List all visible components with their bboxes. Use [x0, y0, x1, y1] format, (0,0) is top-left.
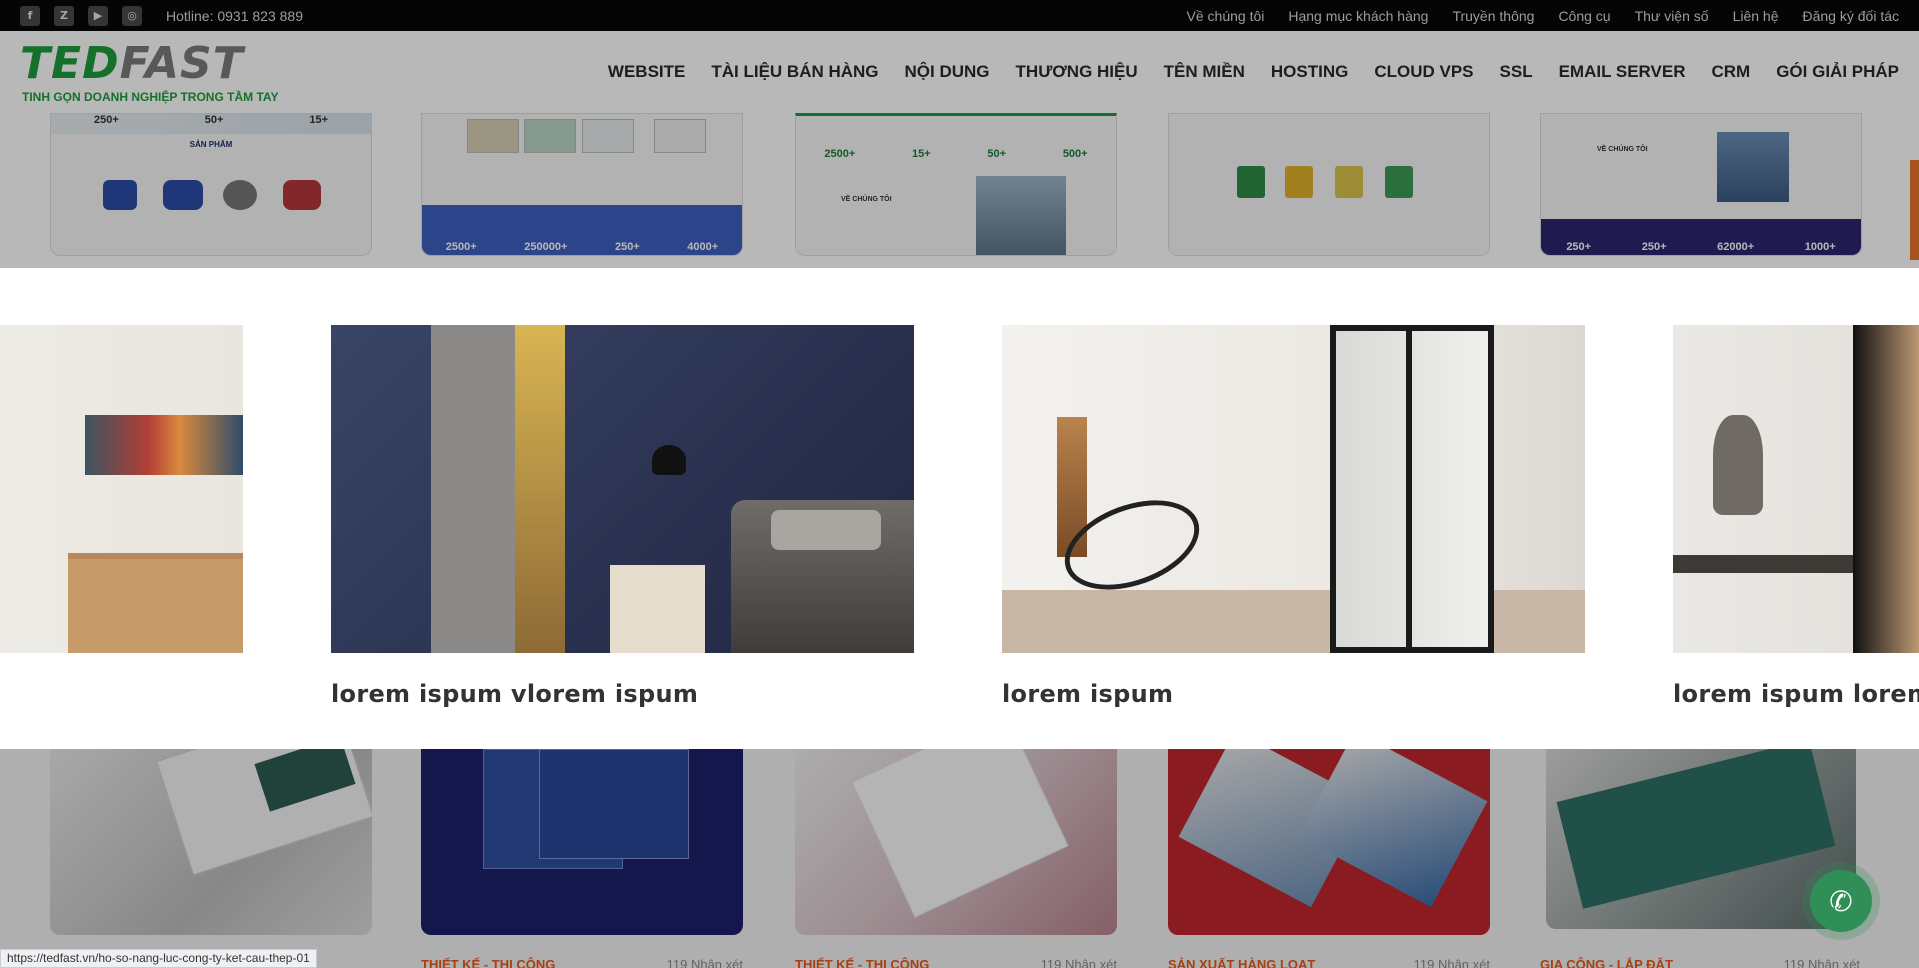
- link-media[interactable]: Truyền thông: [1452, 8, 1534, 24]
- brochure-card[interactable]: [1168, 749, 1490, 935]
- category-label[interactable]: THIẾT KẾ - THI CÔNG: [421, 957, 555, 968]
- stat: 2500+: [445, 241, 477, 253]
- nav-hosting[interactable]: HOSTING: [1271, 62, 1348, 82]
- stat: 250+: [1566, 241, 1592, 253]
- logo-slogan: TINH GỌN DOANH NGHIỆP TRONG TẦM TAY: [22, 90, 279, 104]
- category-label[interactable]: THIẾT KẾ - THI CÔNG: [795, 957, 929, 968]
- stat: 1000+: [1804, 241, 1836, 253]
- category-label[interactable]: GIA CÔNG - LẮP ĐẶT: [1540, 957, 1673, 968]
- nav-ssl[interactable]: SSL: [1500, 62, 1533, 82]
- nav-solutions[interactable]: GÓI GIẢI PHÁP: [1776, 62, 1899, 82]
- link-tools[interactable]: Công cụ: [1558, 8, 1610, 24]
- nav-domain[interactable]: TÊN MIỀN: [1164, 62, 1245, 82]
- card-meta: GIA CÔNG - LẮP ĐẶT 119 Nhận xét: [1540, 957, 1860, 968]
- youtube-icon[interactable]: ▶: [88, 5, 108, 26]
- instagram-icon[interactable]: ◎: [122, 5, 142, 26]
- slide[interactable]: lorem ispum lorem i: [1673, 325, 1919, 708]
- slide-image: [1002, 325, 1585, 653]
- portfolio-card[interactable]: 2500+ 250000+ 250+ 4000+: [421, 113, 743, 256]
- portfolio-card[interactable]: [1168, 113, 1490, 256]
- brochure-card[interactable]: [50, 749, 372, 935]
- stat: 250+: [1641, 241, 1667, 253]
- comment-count: 119 Nhận xét: [666, 957, 743, 968]
- link-library[interactable]: Thư viện số: [1635, 8, 1709, 24]
- card-meta: THIẾT KẾ - THI CÔNG 119 Nhận xét: [421, 957, 743, 968]
- card-heading: SẢN PHẨM: [189, 140, 233, 149]
- comment-count: 119 Nhận xét: [1783, 957, 1860, 968]
- stat: 50+: [204, 114, 224, 126]
- slide[interactable]: lorem ispum: [1002, 325, 1585, 708]
- nav-cloud-vps[interactable]: CLOUD VPS: [1374, 62, 1473, 82]
- link-partner-signup[interactable]: Đăng ký đối tác: [1803, 8, 1900, 24]
- slide-caption: lorem ispum vlorem ispum: [331, 680, 699, 708]
- brochure-card[interactable]: [421, 749, 743, 935]
- link-about[interactable]: Về chúng tôi: [1187, 8, 1265, 24]
- main-header: TEDFAST TINH GỌN DOANH NGHIỆP TRONG TẦM …: [0, 31, 1919, 113]
- top-links: Về chúng tôi Hạng mục khách hàng Truyền …: [1187, 8, 1899, 24]
- gallery-slider: lorem ispum vlorem ispum lorem ispum lor…: [0, 268, 1919, 749]
- stat: 15+: [309, 114, 328, 126]
- stat: 2500+: [824, 148, 856, 160]
- link-contact[interactable]: Liên hệ: [1733, 8, 1779, 24]
- stats-band: 2500+ 250000+ 250+ 4000+: [422, 205, 742, 255]
- status-bar-url: https://tedfast.vn/ho-so-nang-luc-cong-t…: [0, 949, 317, 968]
- stat: 4000+: [687, 241, 719, 253]
- top-bar: f Z ▶ ◎ Hotline: 0931 823 889 Về chúng t…: [0, 0, 1919, 31]
- slide[interactable]: lorem ispum vlorem ispum: [331, 325, 914, 708]
- category-label[interactable]: SẢN XUẤT HÀNG LOẠT: [1168, 957, 1315, 968]
- card-heading: VỀ CHÚNG TÔI: [841, 196, 892, 203]
- social-links: f Z ▶ ◎: [20, 5, 142, 26]
- slide-caption: lorem ispum lorem i: [1673, 680, 1919, 708]
- stat: 250+: [93, 114, 119, 126]
- stat: 15+: [912, 148, 931, 160]
- brochure-card[interactable]: [795, 749, 1117, 935]
- phone-icon: ✆: [1829, 884, 1853, 918]
- card-meta: THIẾT KẾ - THI CÔNG 119 Nhận xét: [795, 957, 1117, 968]
- nav-sales-docs[interactable]: TÀI LIỆU BÁN HÀNG: [711, 62, 878, 82]
- comment-count: 119 Nhận xét: [1413, 957, 1490, 968]
- main-nav: WEBSITE TÀI LIỆU BÁN HÀNG NỘI DUNG THƯƠN…: [608, 62, 1899, 82]
- nav-brand[interactable]: THƯƠNG HIỆU: [1016, 62, 1138, 82]
- nav-website[interactable]: WEBSITE: [608, 62, 685, 82]
- nav-crm[interactable]: CRM: [1711, 62, 1750, 82]
- portfolio-row-top: 250+ 50+ 15+ SẢN PHẨM 2500+ 250000+ 250+…: [0, 113, 1919, 268]
- card-meta: SẢN XUẤT HÀNG LOẠT 119 Nhận xét: [1168, 957, 1490, 968]
- portfolio-card[interactable]: VỀ CHÚNG TÔI 250+ 250+ 62000+ 1000+: [1540, 113, 1862, 256]
- side-accent: [1910, 160, 1919, 260]
- stats-band: 250+ 250+ 62000+ 1000+: [1541, 219, 1861, 255]
- slide-caption: lorem ispum: [1002, 680, 1174, 708]
- stat: 62000+: [1717, 241, 1755, 253]
- stat: 500+: [1062, 148, 1088, 160]
- slide[interactable]: [0, 325, 243, 680]
- slide-image: [331, 325, 914, 653]
- portfolio-row-bottom: THIẾT KẾ - THI CÔNG 119 Nhận xét THIẾT K…: [0, 749, 1919, 968]
- hotline[interactable]: Hotline: 0931 823 889: [166, 8, 303, 24]
- stat: 250+: [614, 241, 640, 253]
- card-heading: VỀ CHÚNG TÔI: [1597, 146, 1648, 153]
- stat: 250000+: [524, 241, 568, 253]
- call-button[interactable]: ✆: [1810, 870, 1872, 932]
- zalo-icon[interactable]: Z: [54, 5, 74, 26]
- link-customer-categories[interactable]: Hạng mục khách hàng: [1288, 8, 1428, 24]
- facebook-icon[interactable]: f: [20, 5, 40, 26]
- logo[interactable]: TEDFAST TINH GỌN DOANH NGHIỆP TRONG TẦM …: [20, 38, 300, 105]
- slide-image: [0, 325, 243, 653]
- slide-image: [1673, 325, 1919, 653]
- comment-count: 119 Nhận xét: [1040, 957, 1117, 968]
- logo-wordmark: TEDFAST: [20, 38, 244, 89]
- nav-content[interactable]: NỘI DUNG: [905, 62, 990, 82]
- portfolio-card[interactable]: 250+ 50+ 15+ SẢN PHẨM: [50, 113, 372, 256]
- nav-email-server[interactable]: EMAIL SERVER: [1559, 62, 1686, 82]
- portfolio-card[interactable]: 2500+ 15+ 50+ 500+ VỀ CHÚNG TÔI: [795, 113, 1117, 256]
- stat: 50+: [987, 148, 1007, 160]
